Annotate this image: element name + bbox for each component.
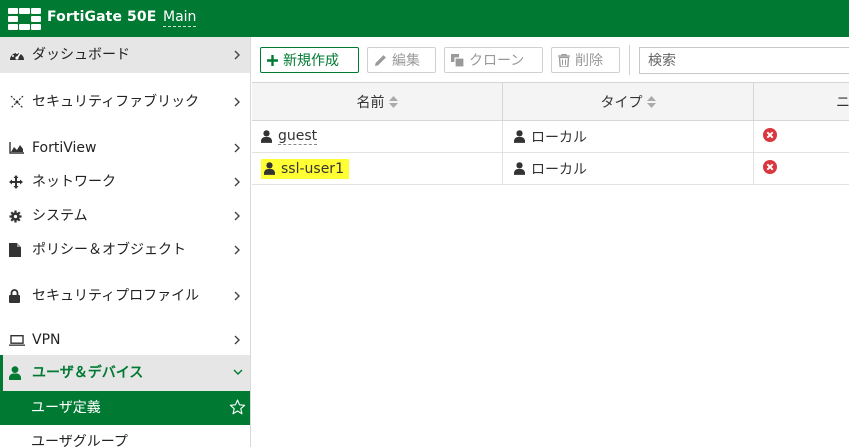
top-bar: FortiGate 50E Main (0, 0, 849, 37)
vdom-selector[interactable]: Main (163, 9, 197, 27)
user-icon (514, 162, 525, 175)
sidebar-item-user-groups[interactable]: ユーザグループ (0, 425, 250, 447)
delete-label: 削除 (575, 53, 603, 69)
sidebar-item-fortiview[interactable]: FortiView (0, 131, 250, 165)
sidebar-item-label: ユーザグループ (31, 433, 128, 447)
sidebar-item-label: システム (32, 207, 88, 224)
user-icon (9, 366, 27, 380)
create-new-label: 新規作成 (283, 53, 339, 69)
delete-button[interactable]: 削除 (551, 47, 620, 73)
document-icon (9, 243, 27, 257)
table-row[interactable]: ssl-user1 ローカル (252, 153, 849, 185)
user-icon (264, 162, 275, 175)
clone-button[interactable]: クローン (444, 47, 543, 73)
chevron-right-icon (233, 50, 243, 60)
chevron-right-icon (233, 143, 243, 153)
clone-icon (451, 53, 464, 67)
fortinet-logo-icon[interactable] (8, 8, 41, 30)
chevron-right-icon (233, 211, 243, 221)
sidebar-item-label: ポリシー＆オブジェクト (32, 241, 186, 258)
status-cell (754, 153, 849, 184)
sort-icon (388, 95, 398, 108)
sidebar-item-label: セキュリティプロファイル (32, 287, 200, 304)
user-name: ssl-user1 (281, 160, 344, 177)
chevron-right-icon (233, 97, 243, 107)
disabled-status-icon (763, 159, 777, 178)
sidebar-item-vpn[interactable]: VPN (0, 325, 250, 355)
sidebar-item-policy-objects[interactable]: ポリシー＆オブジェクト (0, 233, 250, 267)
gear-icon (9, 209, 27, 223)
create-new-button[interactable]: 新規作成 (260, 47, 359, 73)
name-cell: guest (252, 121, 503, 152)
column-header-label: タイプ (600, 94, 643, 111)
column-header-label: ニ (836, 94, 849, 111)
search-highlight: ssl-user1 (261, 158, 349, 179)
plus-icon (267, 54, 278, 66)
sidebar-item-user-definition[interactable]: ユーザ定義 (0, 391, 250, 425)
pencil-icon (374, 54, 387, 67)
user-type: ローカル (531, 161, 587, 178)
sort-icon (646, 95, 656, 108)
column-header-status[interactable]: ニ (754, 82, 849, 121)
area-chart-icon (9, 142, 27, 154)
sidebar-item-system[interactable]: システム (0, 199, 250, 233)
chevron-right-icon (233, 245, 243, 255)
user-name: guest (278, 128, 318, 145)
laptop-icon (9, 334, 27, 346)
sidebar-item-label: セキュリティファブリック (32, 93, 200, 110)
user-icon (261, 130, 272, 143)
disabled-status-icon (763, 127, 777, 146)
sidebar-item-label: ユーザ定義 (31, 399, 101, 416)
user-type: ローカル (531, 129, 587, 146)
sidebar-item-user-device[interactable]: ユーザ＆デバイス (0, 355, 250, 391)
clone-label: クローン (469, 53, 525, 69)
edit-label: 編集 (392, 53, 420, 69)
column-header-label: 名前 (356, 94, 385, 111)
status-cell (754, 121, 849, 152)
type-cell: ローカル (503, 153, 754, 184)
search-input[interactable] (639, 47, 849, 74)
fabric-icon (9, 94, 27, 110)
sidebar: ダッシュボード セキュリティファブリック FortiView ネットワーク シス… (0, 37, 251, 447)
toolbar: 新規作成 編集 クローン 削除 (252, 37, 849, 82)
type-cell: ローカル (503, 121, 754, 152)
sidebar-item-dashboard[interactable]: ダッシュボード (0, 37, 250, 73)
sidebar-item-label: ダッシュボード (32, 46, 130, 63)
column-header-type[interactable]: タイプ (503, 82, 754, 121)
column-header-name[interactable]: 名前 (252, 82, 503, 121)
chevron-right-icon (233, 177, 243, 187)
dashboard-gauge-icon (9, 48, 27, 62)
user-icon (514, 130, 525, 143)
table-row[interactable]: guest ローカル (252, 121, 849, 153)
toolbar-divider (629, 45, 630, 75)
trash-icon (558, 53, 570, 67)
favorite-star-icon[interactable] (229, 399, 246, 419)
sidebar-item-security-fabric[interactable]: セキュリティファブリック (0, 73, 250, 131)
sidebar-item-label: VPN (32, 331, 61, 348)
chevron-right-icon (233, 291, 243, 301)
sidebar-item-security-profiles[interactable]: セキュリティプロファイル (0, 267, 250, 325)
sidebar-item-label: ネットワーク (32, 173, 116, 190)
edit-button[interactable]: 編集 (367, 47, 436, 73)
chevron-right-icon (233, 335, 243, 345)
product-name: FortiGate 50E (47, 9, 157, 25)
sidebar-item-network[interactable]: ネットワーク (0, 165, 250, 199)
arrows-move-icon (9, 175, 27, 189)
chevron-down-icon (233, 368, 243, 378)
lock-icon (9, 289, 27, 303)
sidebar-item-label: ユーザ＆デバイス (32, 364, 144, 381)
name-cell: ssl-user1 (252, 153, 503, 184)
sidebar-item-label: FortiView (32, 139, 97, 156)
